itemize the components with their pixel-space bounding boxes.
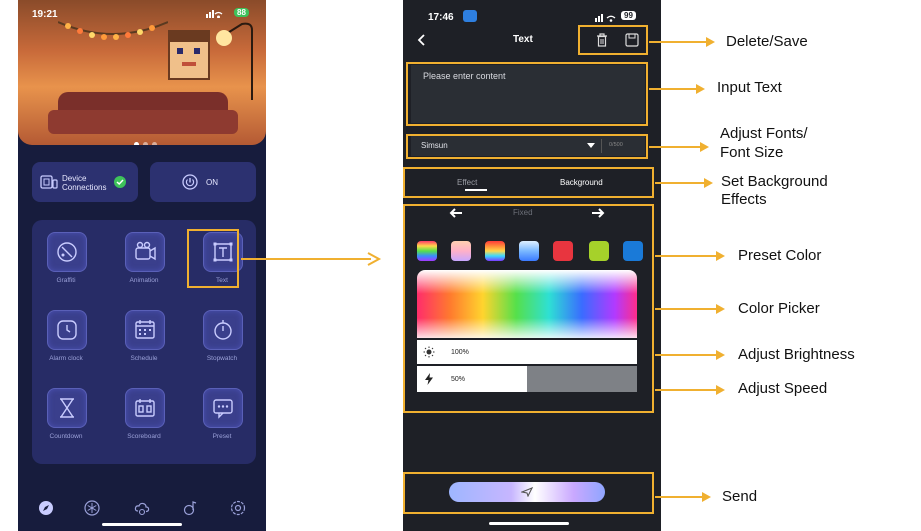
color-picker-connector	[655, 308, 717, 310]
calendar-icon	[135, 320, 155, 339]
settings-icon[interactable]	[230, 500, 246, 516]
garland-decoration	[58, 21, 168, 40]
preset-label: Preset	[212, 433, 232, 440]
effect-panel-highlight	[403, 204, 654, 413]
brightness-connector	[655, 354, 717, 356]
palette-icon	[57, 242, 77, 262]
preset-tile[interactable]	[203, 388, 243, 428]
set-background-label-line1: Set Background	[721, 173, 828, 190]
chat-bubble-icon	[213, 399, 233, 419]
back-arrow-icon[interactable]	[417, 33, 427, 47]
preset-color-connector	[655, 255, 717, 257]
arrow-icon	[716, 350, 725, 360]
cloud-icon[interactable]	[134, 500, 150, 516]
device-connections-card[interactable]: Device Connections	[32, 162, 138, 202]
bottom-navigation	[18, 494, 266, 531]
stopwatch-label: Stopwatch	[206, 355, 238, 362]
device-connections-label: Device Connections	[62, 174, 107, 192]
send-connector	[655, 496, 703, 498]
schedule-tile[interactable]	[125, 310, 165, 350]
home-indicator	[489, 522, 569, 525]
color-picker-label: Color Picker	[738, 300, 820, 317]
lamp-decoration	[216, 22, 253, 100]
input-text-connector	[649, 88, 697, 90]
input-text-highlight	[406, 62, 648, 126]
adjust-speed-label: Adjust Speed	[738, 380, 828, 397]
power-label: ON	[206, 178, 218, 187]
alarm-clock-icon	[57, 320, 77, 340]
page-title: Text	[513, 34, 533, 45]
delete-save-connector	[649, 41, 707, 43]
speed-connector	[655, 389, 717, 391]
arrow-icon	[716, 385, 725, 395]
preset-color-label: Preset Color	[738, 247, 822, 264]
fonts-highlight	[406, 134, 648, 159]
tabs-highlight	[403, 167, 654, 198]
countdown-label: Countdown	[49, 433, 83, 440]
delete-save-label: Delete/Save	[726, 33, 808, 50]
graffiti-label: Graffiti	[56, 277, 76, 284]
snowflake-icon[interactable]	[84, 500, 100, 516]
stopwatch-tile[interactable]	[203, 310, 243, 350]
app-notification-icon	[463, 10, 477, 22]
adjust-brightness-label: Adjust Brightness	[738, 346, 855, 363]
text-tile-highlight	[187, 229, 239, 288]
pixel-art-display	[168, 30, 210, 80]
scoreboard-icon	[135, 399, 155, 417]
animation-tile[interactable]	[125, 232, 165, 272]
carousel-dots[interactable]	[132, 134, 159, 145]
scoreboard-label: Scoreboard	[127, 433, 161, 440]
music-icon[interactable]	[182, 500, 198, 516]
send-label: Send	[722, 488, 758, 505]
arrow-icon	[696, 84, 705, 94]
power-icon	[182, 174, 198, 190]
hourglass-icon	[60, 398, 74, 418]
text-tile-connector	[241, 258, 371, 260]
tabs-connector	[655, 182, 705, 184]
adjust-fonts-label-line2: Font Size	[720, 144, 784, 161]
send-highlight	[403, 472, 654, 514]
adjust-fonts-label-line1: Adjust Fonts/	[720, 125, 808, 142]
battery-indicator: 99	[621, 11, 636, 20]
home-indicator	[102, 523, 182, 526]
schedule-label: Schedule	[130, 355, 158, 362]
input-text-label: Input Text	[717, 79, 782, 96]
graffiti-tile[interactable]	[47, 232, 87, 272]
alarm-clock-label: Alarm clock	[49, 355, 83, 362]
countdown-tile[interactable]	[47, 388, 87, 428]
stopwatch-icon	[214, 320, 232, 340]
device-icon	[40, 175, 58, 189]
scoreboard-tile[interactable]	[125, 388, 165, 428]
compass-icon[interactable]	[38, 500, 54, 516]
status-time: 19:21	[32, 9, 58, 20]
video-camera-icon	[135, 241, 156, 261]
battery-indicator: 88	[234, 8, 249, 17]
chevron-right-icon	[367, 252, 382, 266]
sofa-base-decoration	[48, 110, 238, 134]
power-toggle-card[interactable]: ON	[150, 162, 256, 202]
alarm-clock-tile[interactable]	[47, 310, 87, 350]
animation-label: Animation	[129, 277, 159, 284]
room-preview-banner[interactable]: 19:21 88	[18, 0, 266, 145]
set-background-label-line2: Effects	[721, 191, 767, 208]
arrow-icon	[702, 492, 711, 502]
delete-save-highlight	[578, 25, 648, 55]
fonts-connector	[649, 146, 701, 148]
arrow-icon	[716, 251, 725, 261]
status-time: 17:46	[428, 12, 454, 23]
arrow-icon	[706, 37, 715, 47]
arrow-icon	[704, 178, 713, 188]
connected-check-icon	[114, 176, 126, 188]
arrow-icon	[700, 142, 709, 152]
signal-wifi-icon	[595, 14, 616, 22]
arrow-icon	[716, 304, 725, 314]
